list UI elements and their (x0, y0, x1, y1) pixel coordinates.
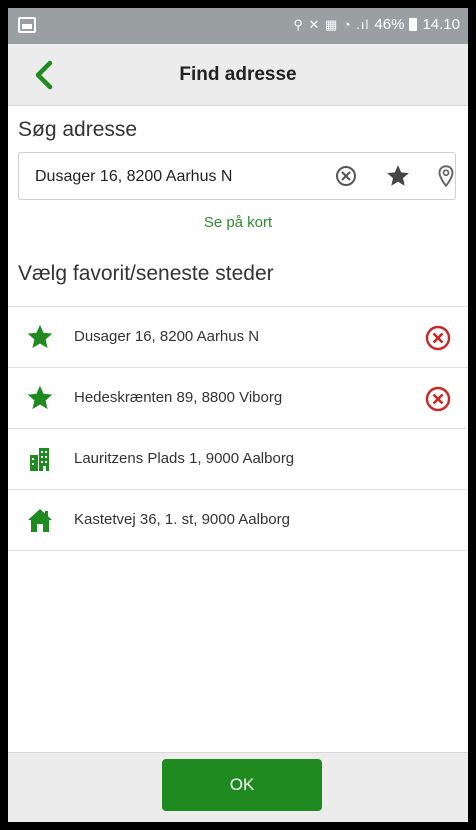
list-item[interactable]: Hedeskræntеn 89, 8800 Viborg (8, 368, 468, 429)
list-item[interactable]: Kastetvej 36, 1. st, 9000 Aalborg (8, 490, 468, 551)
list-item-label: Dusager 16, 8200 Aarhus N (74, 328, 260, 345)
ok-button[interactable]: OK (162, 759, 322, 811)
phone-screen: ⚲ ✕ ▦ ◔ .ıl 46% 14.10 Find adresse Søg a… (8, 8, 468, 822)
star-icon (27, 385, 53, 410)
battery-percent: 46% (374, 16, 405, 33)
list-item-label: Hedeskræntеn 89, 8800 Viborg (74, 389, 283, 406)
list-item[interactable]: Lauritzens Plads 1, 9000 Aalborg (8, 429, 468, 490)
search-section-label: Søg adresse (18, 118, 138, 141)
my-location-button[interactable] (433, 163, 459, 189)
status-indicators: ⚲ ✕ ▦ ◔ .ıl 46% 14.10 (293, 16, 460, 33)
list-item[interactable]: Dusager 16, 8200 Aarhus N (8, 307, 468, 368)
gallery-notification-icon (18, 17, 36, 33)
clear-search-button[interactable] (333, 163, 359, 189)
search-input[interactable]: Dusager 16, 8200 Aarhus N (18, 152, 456, 200)
clock: 14.10 (422, 16, 460, 33)
page-title: Find adresse (179, 64, 297, 85)
bottom-bar: OK (8, 752, 468, 822)
add-favorite-button[interactable] (385, 163, 411, 189)
search-input-value: Dusager 16, 8200 Aarhus N (35, 168, 233, 185)
building-icon (30, 448, 49, 471)
status-bar: ⚲ ✕ ▦ ◔ .ıl 46% 14.10 (8, 8, 468, 44)
favorites-section-label: Vælg favorit/seneste steder (18, 262, 274, 285)
home-icon (28, 509, 52, 532)
list-item-label: Kastetvej 36, 1. st, 9000 Aalborg (74, 511, 290, 528)
star-icon (387, 165, 409, 186)
star-icon (27, 324, 53, 349)
location-pin-icon (438, 165, 454, 188)
battery-icon (409, 18, 418, 31)
signal-icons: ⚲ ✕ ▦ ◔ .ıl (293, 16, 370, 32)
remove-favorite-icon[interactable] (424, 324, 452, 352)
list-item-label: Lauritzens Plads 1, 9000 Aalborg (74, 450, 295, 467)
app-header: Find adresse (8, 44, 468, 106)
favorites-list: Dusager 16, 8200 Aarhus N Hedeskræntеn 8… (8, 306, 468, 551)
show-on-map-link[interactable]: Se på kort (8, 214, 468, 231)
remove-favorite-icon[interactable] (424, 385, 452, 413)
clear-icon (336, 166, 356, 186)
